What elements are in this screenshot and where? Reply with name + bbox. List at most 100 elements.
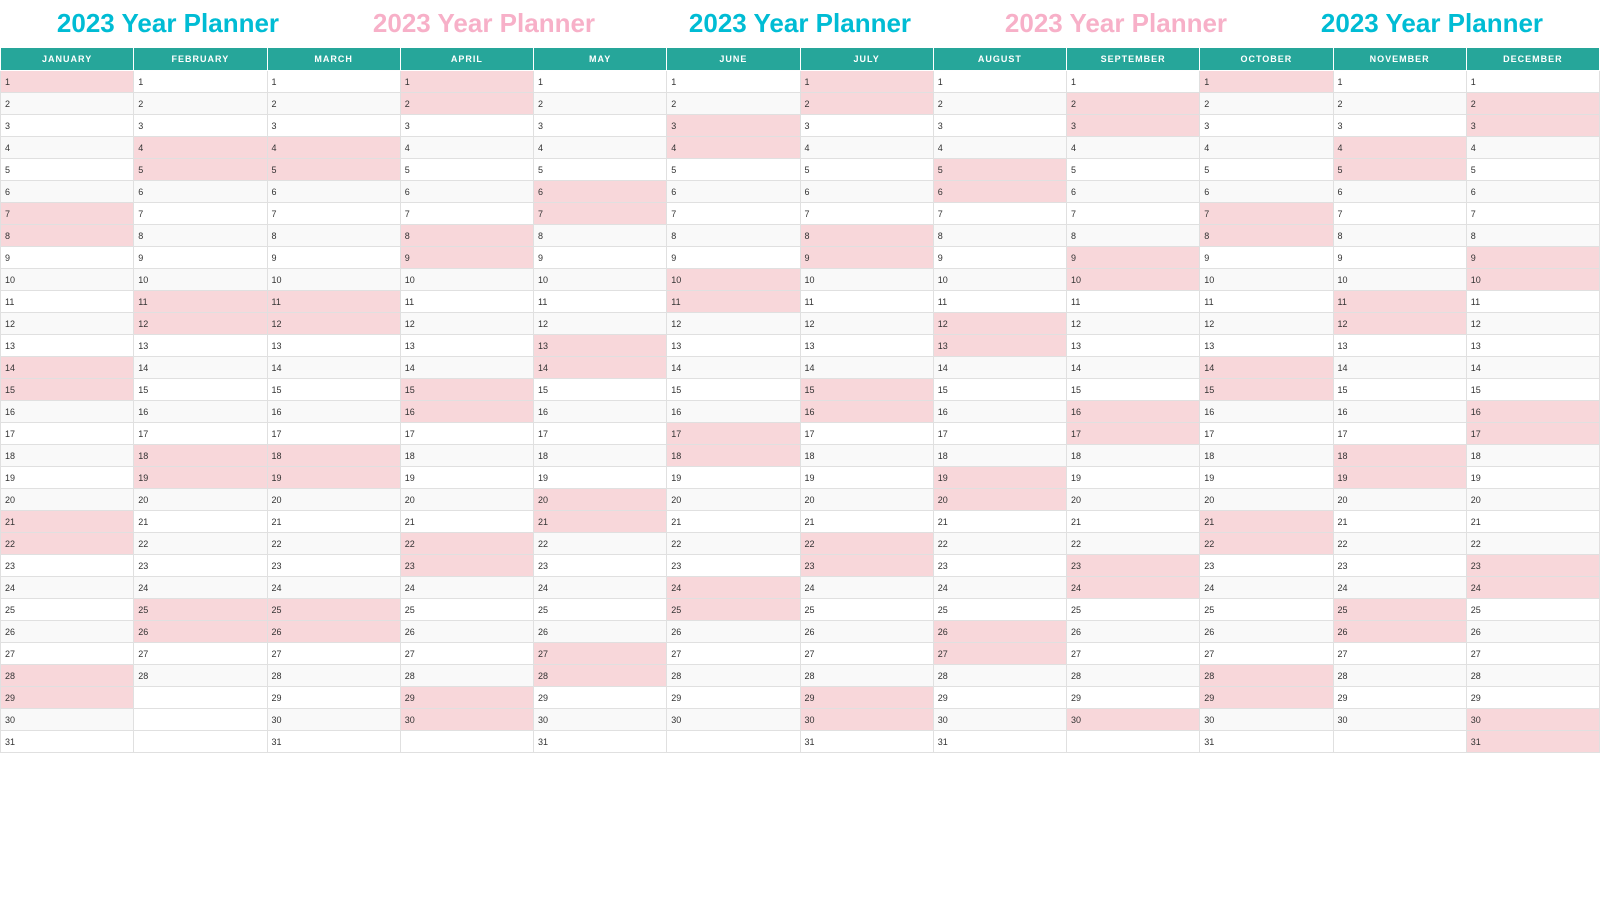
day-cell: 11 (933, 291, 1066, 313)
day-cell: 7 (800, 203, 933, 225)
day-cell: 12 (1333, 313, 1466, 335)
day-cell: 24 (1067, 577, 1200, 599)
day-cell: 26 (534, 621, 667, 643)
day-cell: 9 (1067, 247, 1200, 269)
day-cell: 23 (933, 555, 1066, 577)
day-cell: 23 (267, 555, 400, 577)
day-row-23: 232323232323232323232323 (1, 555, 1600, 577)
day-cell: 14 (400, 357, 533, 379)
day-cell: 3 (267, 115, 400, 137)
day-cell: 22 (267, 533, 400, 555)
day-cell: 29 (267, 687, 400, 709)
day-cell: 30 (1466, 709, 1599, 731)
day-row-24: 242424242424242424242424 (1, 577, 1600, 599)
day-cell: 20 (267, 489, 400, 511)
day-cell (134, 731, 267, 753)
planner-title: 2023 Year Planner (1321, 8, 1543, 39)
day-cell: 20 (1067, 489, 1200, 511)
planner-title: 2023 Year Planner (689, 8, 911, 39)
day-cell: 19 (1466, 467, 1599, 489)
day-cell: 14 (1466, 357, 1599, 379)
day-cell: 15 (667, 379, 800, 401)
day-cell: 8 (534, 225, 667, 247)
day-cell: 13 (667, 335, 800, 357)
day-cell: 5 (1067, 159, 1200, 181)
day-cell: 14 (534, 357, 667, 379)
day-row-29: 2929292929292929292929 (1, 687, 1600, 709)
day-row-9: 999999999999 (1, 247, 1600, 269)
day-cell: 7 (134, 203, 267, 225)
day-cell: 4 (534, 137, 667, 159)
day-cell: 18 (534, 445, 667, 467)
day-cell: 1 (1466, 71, 1599, 93)
month-header-july: JULY (800, 48, 933, 71)
day-cell: 28 (1333, 665, 1466, 687)
day-cell: 15 (134, 379, 267, 401)
day-cell: 27 (1333, 643, 1466, 665)
day-cell: 25 (800, 599, 933, 621)
day-cell: 24 (1333, 577, 1466, 599)
day-cell: 30 (667, 709, 800, 731)
day-cell: 17 (800, 423, 933, 445)
day-cell: 13 (134, 335, 267, 357)
day-cell: 30 (400, 709, 533, 731)
day-cell: 23 (1333, 555, 1466, 577)
day-cell: 8 (1067, 225, 1200, 247)
day-cell: 11 (667, 291, 800, 313)
day-cell: 18 (800, 445, 933, 467)
day-cell: 6 (1200, 181, 1333, 203)
day-cell: 19 (400, 467, 533, 489)
month-header-january: JANUARY (1, 48, 134, 71)
day-cell: 10 (1067, 269, 1200, 291)
day-cell: 31 (1466, 731, 1599, 753)
day-cell: 25 (933, 599, 1066, 621)
day-cell: 7 (534, 203, 667, 225)
day-cell: 12 (1466, 313, 1599, 335)
day-row-26: 262626262626262626262626 (1, 621, 1600, 643)
day-cell: 29 (1, 687, 134, 709)
day-cell: 8 (267, 225, 400, 247)
day-cell: 7 (667, 203, 800, 225)
day-cell: 15 (1333, 379, 1466, 401)
day-cell: 27 (1200, 643, 1333, 665)
day-cell: 16 (1466, 401, 1599, 423)
day-cell: 17 (667, 423, 800, 445)
day-cell: 16 (400, 401, 533, 423)
day-cell: 3 (134, 115, 267, 137)
day-cell: 3 (933, 115, 1066, 137)
day-cell: 19 (800, 467, 933, 489)
day-cell: 27 (1466, 643, 1599, 665)
day-cell: 4 (1, 137, 134, 159)
day-cell: 14 (800, 357, 933, 379)
day-cell: 16 (1067, 401, 1200, 423)
day-cell: 23 (800, 555, 933, 577)
day-cell: 12 (1067, 313, 1200, 335)
day-row-3: 333333333333 (1, 115, 1600, 137)
day-cell: 22 (134, 533, 267, 555)
day-cell: 18 (1333, 445, 1466, 467)
day-cell: 20 (1333, 489, 1466, 511)
day-cell: 9 (1200, 247, 1333, 269)
day-cell: 6 (1466, 181, 1599, 203)
day-cell: 25 (134, 599, 267, 621)
planner-title: 2023 Year Planner (1005, 8, 1227, 39)
day-cell: 13 (800, 335, 933, 357)
day-cell: 29 (933, 687, 1066, 709)
day-cell: 6 (534, 181, 667, 203)
day-cell: 22 (1067, 533, 1200, 555)
day-cell: 21 (1067, 511, 1200, 533)
day-cell: 15 (1200, 379, 1333, 401)
day-cell: 28 (1466, 665, 1599, 687)
day-cell: 30 (1333, 709, 1466, 731)
day-cell: 12 (534, 313, 667, 335)
day-cell: 4 (400, 137, 533, 159)
day-cell: 23 (1466, 555, 1599, 577)
day-cell: 14 (667, 357, 800, 379)
day-cell: 1 (534, 71, 667, 93)
day-cell: 28 (134, 665, 267, 687)
day-cell: 5 (1333, 159, 1466, 181)
day-cell: 25 (534, 599, 667, 621)
day-cell: 13 (400, 335, 533, 357)
day-cell: 26 (1067, 621, 1200, 643)
day-row-12: 121212121212121212121212 (1, 313, 1600, 335)
